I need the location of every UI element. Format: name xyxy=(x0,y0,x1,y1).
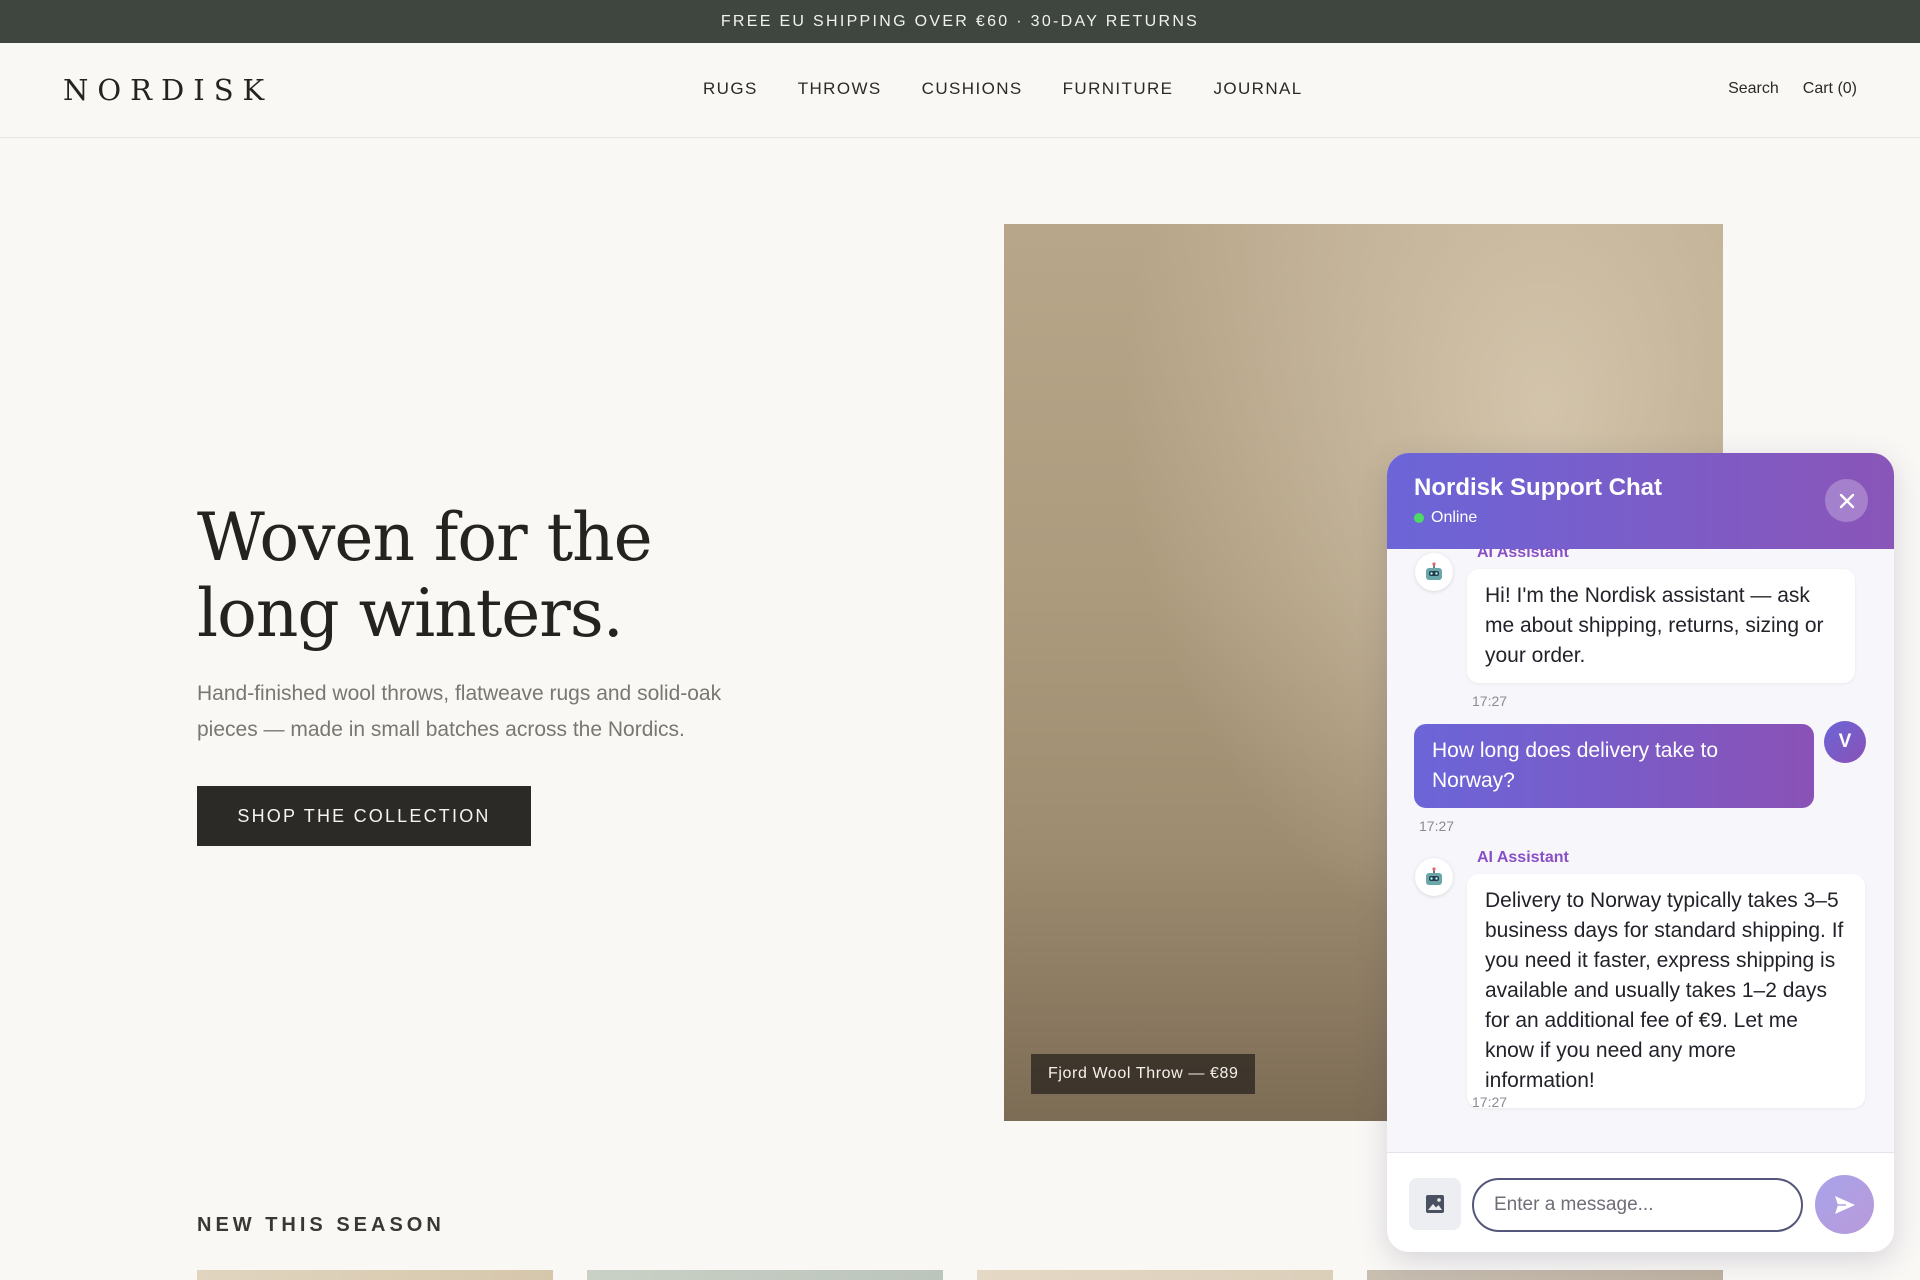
message-input[interactable] xyxy=(1472,1178,1803,1232)
hero-title: Woven for the long winters. xyxy=(197,500,877,652)
online-dot-icon xyxy=(1414,513,1424,523)
site-header: NORDISK RUGS THROWS CUSHIONS FURNITURE J… xyxy=(0,43,1920,138)
message-time: 17:27 xyxy=(1472,1094,1508,1110)
support-chat-widget: Nordisk Support Chat Online AI Assistant… xyxy=(1387,453,1894,1252)
product-card[interactable] xyxy=(587,1270,943,1280)
product-card[interactable] xyxy=(197,1270,553,1280)
cart-link[interactable]: Cart (0) xyxy=(1803,80,1857,98)
chat-messages[interactable]: AI Assistant Hi! I'm the Nordisk assista… xyxy=(1387,549,1894,1152)
chat-header: Nordisk Support Chat Online xyxy=(1387,453,1894,549)
chat-status: Online xyxy=(1414,509,1477,527)
chat-status-text: Online xyxy=(1431,509,1478,526)
chat-title: Nordisk Support Chat xyxy=(1414,474,1663,501)
bot-message: Hi! I'm the Nordisk assistant — ask me a… xyxy=(1467,569,1855,683)
announcement-text: FREE EU SHIPPING OVER €60 · 30-DAY RETUR… xyxy=(720,12,1200,30)
nav-throws[interactable]: THROWS xyxy=(798,79,882,99)
message-time: 17:27 xyxy=(1472,693,1508,709)
bot-avatar-icon xyxy=(1415,553,1453,591)
main-nav: RUGS THROWS CUSHIONS FURNITURE JOURNAL xyxy=(703,79,1303,99)
logo[interactable]: NORDISK xyxy=(63,73,273,107)
hero-subtitle: Hand-finished wool throws, flatweave rug… xyxy=(197,682,722,741)
bot-avatar-icon xyxy=(1415,858,1453,896)
image-caption: Fjord Wool Throw — €89 xyxy=(1031,1054,1256,1094)
section-title: NEW THIS SEASON xyxy=(197,1214,445,1236)
message-sender: AI Assistant xyxy=(1477,849,1569,866)
close-chat-button[interactable] xyxy=(1825,479,1868,522)
nav-rugs[interactable]: RUGS xyxy=(703,79,758,99)
send-button[interactable] xyxy=(1815,1175,1874,1234)
search-link[interactable]: Search xyxy=(1728,80,1779,98)
close-icon xyxy=(1839,493,1854,508)
chat-composer xyxy=(1387,1152,1894,1252)
header-utilities: Search Cart (0) xyxy=(1728,80,1857,98)
shop-collection-button[interactable]: SHOP THE COLLECTION xyxy=(197,786,531,846)
product-card[interactable] xyxy=(1367,1270,1723,1280)
bot-message: Delivery to Norway typically takes 3–5 b… xyxy=(1467,874,1865,1108)
product-card[interactable] xyxy=(977,1270,1333,1280)
send-icon xyxy=(1834,1195,1855,1214)
nav-journal[interactable]: JOURNAL xyxy=(1213,79,1302,99)
product-cards xyxy=(197,1270,1723,1280)
hero-title-line2: long winters. xyxy=(197,575,624,652)
attach-image-button[interactable] xyxy=(1409,1178,1461,1230)
user-avatar: V xyxy=(1824,721,1866,763)
nav-cushions[interactable]: CUSHIONS xyxy=(922,79,1023,99)
announcement-bar: FREE EU SHIPPING OVER €60 · 30-DAY RETUR… xyxy=(0,0,1920,43)
hero-title-line1: Woven for the xyxy=(197,499,653,576)
nav-furniture[interactable]: FURNITURE xyxy=(1063,79,1174,99)
image-icon xyxy=(1426,1195,1444,1213)
message-sender: AI Assistant xyxy=(1477,549,1569,561)
user-message: How long does delivery take to Norway? xyxy=(1414,724,1814,808)
message-time: 17:27 xyxy=(1419,818,1455,834)
